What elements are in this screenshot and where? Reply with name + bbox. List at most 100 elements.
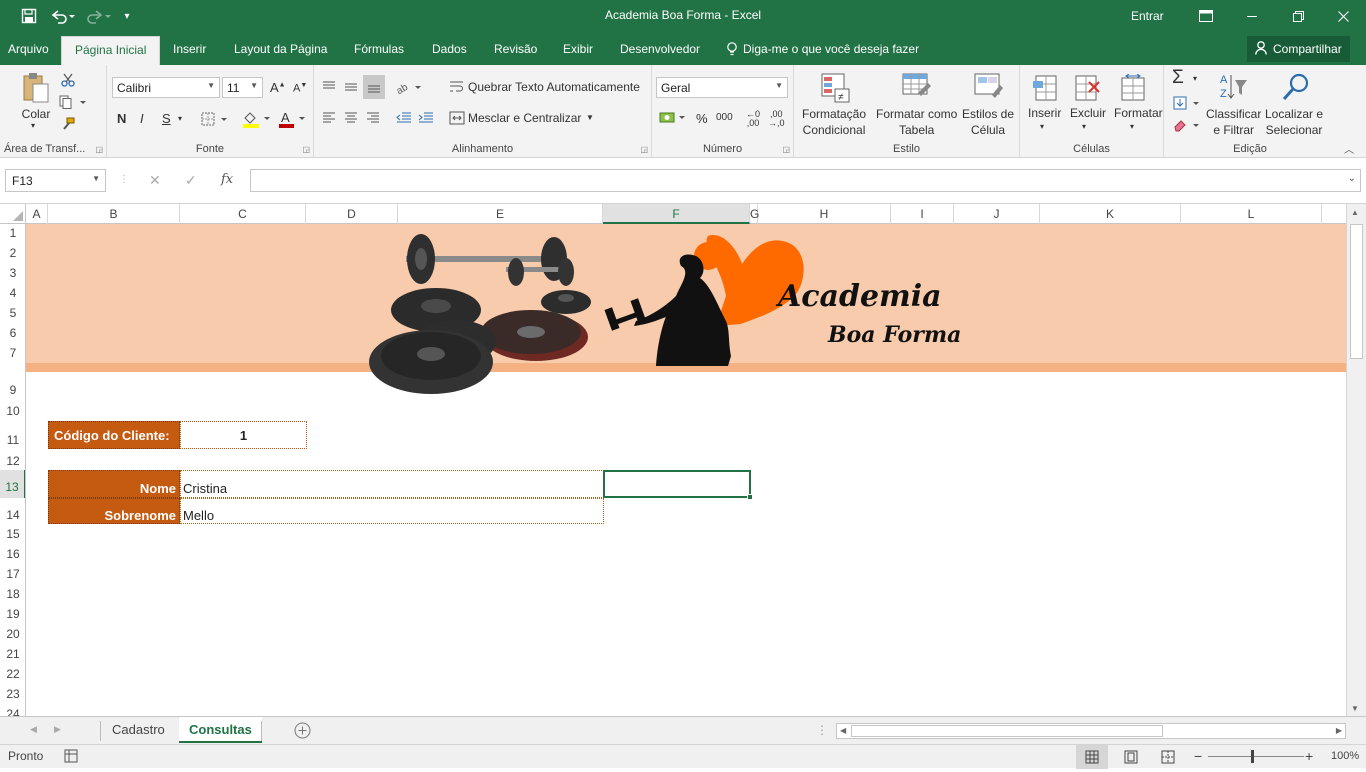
select-all-corner[interactable] xyxy=(0,204,26,224)
normal-view-button[interactable] xyxy=(1076,745,1108,769)
row-header[interactable]: 19 xyxy=(0,607,25,621)
paste-icon[interactable] xyxy=(20,71,52,105)
top-align-icon[interactable] xyxy=(319,77,339,97)
format-as-table-button[interactable]: Formatar como Tabela xyxy=(876,106,957,138)
zoom-in-icon[interactable]: + xyxy=(1305,748,1313,764)
formula-input[interactable]: ⌄ xyxy=(250,169,1361,192)
sort-filter-button[interactable]: Classificar e Filtrar xyxy=(1206,106,1261,138)
tab-exibir[interactable]: Exibir xyxy=(563,42,593,56)
fill-handle[interactable] xyxy=(747,494,753,500)
align-left-icon[interactable] xyxy=(319,108,339,128)
share-button[interactable]: Compartilhar xyxy=(1247,36,1350,62)
close-icon[interactable] xyxy=(1320,0,1366,32)
vertical-scroll-thumb[interactable] xyxy=(1350,224,1363,359)
increase-indent-icon[interactable] xyxy=(416,108,436,128)
borders-icon[interactable] xyxy=(200,110,230,128)
row-header[interactable]: 10 xyxy=(0,404,25,418)
clear-icon[interactable] xyxy=(1172,117,1202,133)
number-launcher-icon[interactable]: ◲ xyxy=(782,145,790,154)
insert-dropdown-icon[interactable]: ▾ xyxy=(1040,122,1044,131)
worksheet-grid[interactable]: Academia Boa Forma Código do Cliente: 1 … xyxy=(26,224,1346,716)
selected-cell-f13[interactable] xyxy=(603,470,753,500)
decrease-decimal-icon[interactable]: ,00 →,0 xyxy=(768,110,785,128)
conditional-formatting-button[interactable]: Formatação Condicional xyxy=(802,106,866,138)
surname-value[interactable]: Mello xyxy=(180,498,604,524)
row-header[interactable]: 18 xyxy=(0,587,25,601)
row-header[interactable]: 4 xyxy=(0,286,25,300)
minimize-icon[interactable] xyxy=(1229,0,1275,32)
wrap-text-button[interactable]: Quebrar Texto Automaticamente xyxy=(468,80,640,94)
row-header[interactable]: 7 xyxy=(0,346,25,360)
tab-dados[interactable]: Dados xyxy=(432,42,467,56)
name-box[interactable]: F13 ▼ xyxy=(5,169,106,192)
column-header[interactable]: L xyxy=(1181,204,1322,224)
percent-style-icon[interactable]: % xyxy=(696,111,708,126)
row-header[interactable]: 3 xyxy=(0,266,25,280)
column-header[interactable]: H xyxy=(758,204,891,224)
fill-icon[interactable] xyxy=(1172,95,1202,111)
sign-in-link[interactable]: Entrar xyxy=(1131,9,1164,23)
column-header[interactable]: B xyxy=(48,204,180,224)
row-header[interactable]: 20 xyxy=(0,627,25,641)
find-select-button[interactable]: Localizar e Selecionar xyxy=(1265,106,1323,138)
cancel-entry-icon[interactable]: ✕ xyxy=(149,172,161,189)
page-break-view-icon[interactable] xyxy=(1161,750,1175,767)
sheet-tab-consultas[interactable]: Consultas xyxy=(179,717,262,743)
row-header[interactable]: 22 xyxy=(0,667,25,681)
shrink-font-icon[interactable]: A▼ xyxy=(293,82,307,95)
format-dropdown-icon[interactable]: ▾ xyxy=(1130,122,1134,131)
scroll-left-icon[interactable]: ◀ xyxy=(840,726,846,735)
vertical-scrollbar[interactable]: ▲ ▼ xyxy=(1346,204,1366,716)
orientation-icon[interactable]: ab xyxy=(394,77,424,97)
column-header[interactable]: K xyxy=(1040,204,1181,224)
tell-me-box[interactable]: Diga-me o que você deseja fazer xyxy=(726,42,919,59)
merge-dropdown-icon[interactable]: ▼ xyxy=(586,113,594,122)
decrease-indent-icon[interactable] xyxy=(394,108,414,128)
middle-align-icon[interactable] xyxy=(341,77,361,97)
underline-dropdown-icon[interactable]: ▾ xyxy=(178,114,182,123)
delete-dropdown-icon[interactable]: ▾ xyxy=(1082,122,1086,131)
tab-revisao[interactable]: Revisão xyxy=(494,42,537,56)
column-header[interactable]: I xyxy=(891,204,954,224)
sheet-tab-cadastro[interactable]: Cadastro xyxy=(102,717,175,743)
column-header[interactable]: E xyxy=(398,204,603,224)
increase-decimal-icon[interactable]: ←0,00 xyxy=(746,110,760,128)
confirm-entry-icon[interactable]: ✓ xyxy=(185,172,197,189)
row-header[interactable]: 5 xyxy=(0,306,25,320)
tab-pagina-inicial[interactable]: Página Inicial xyxy=(61,36,161,65)
column-header[interactable]: C xyxy=(180,204,306,224)
row-header[interactable]: 6 xyxy=(0,326,25,340)
horizontal-scroll-thumb[interactable] xyxy=(851,725,1163,737)
row-header[interactable]: 9 xyxy=(0,383,25,397)
alignment-launcher-icon[interactable]: ◲ xyxy=(640,145,648,154)
prev-sheet-icon[interactable]: ◀ xyxy=(30,724,37,735)
number-format-combo[interactable]: Geral ▼ xyxy=(656,77,788,98)
italic-button[interactable]: I xyxy=(140,111,144,126)
tab-split-grip-icon[interactable]: ⋮ xyxy=(816,723,828,737)
insert-cells-button[interactable]: Inserir xyxy=(1028,106,1061,120)
row-header[interactable]: 17 xyxy=(0,567,25,581)
fill-color-icon[interactable] xyxy=(241,109,273,129)
align-right-icon[interactable] xyxy=(363,108,383,128)
row-header[interactable]: 14 xyxy=(0,508,25,522)
comma-style-icon[interactable]: 000 xyxy=(716,112,733,123)
scroll-up-icon[interactable]: ▲ xyxy=(1351,208,1359,217)
row-header[interactable]: 13 xyxy=(0,470,25,498)
row-header[interactable]: 16 xyxy=(0,547,25,561)
row-header[interactable]: 21 xyxy=(0,647,25,661)
cut-icon[interactable] xyxy=(59,72,77,88)
cell-styles-button[interactable]: Estilos de Célula xyxy=(962,106,1014,138)
font-color-icon[interactable]: A xyxy=(277,109,309,129)
format-painter-icon[interactable] xyxy=(59,116,77,132)
tab-inserir[interactable]: Inserir xyxy=(173,42,206,56)
row-header[interactable]: 1 xyxy=(0,226,25,240)
paste-label[interactable]: Colar xyxy=(18,107,54,121)
underline-button[interactable]: S xyxy=(162,111,171,126)
row-header[interactable]: 12 xyxy=(0,454,25,468)
client-code-value[interactable]: 1 xyxy=(180,421,307,449)
row-header[interactable]: 15 xyxy=(0,527,25,541)
clipboard-launcher-icon[interactable]: ◲ xyxy=(95,145,103,154)
zoom-slider-thumb[interactable] xyxy=(1251,750,1254,763)
restore-icon[interactable] xyxy=(1275,0,1321,32)
zoom-out-icon[interactable]: − xyxy=(1194,748,1202,764)
